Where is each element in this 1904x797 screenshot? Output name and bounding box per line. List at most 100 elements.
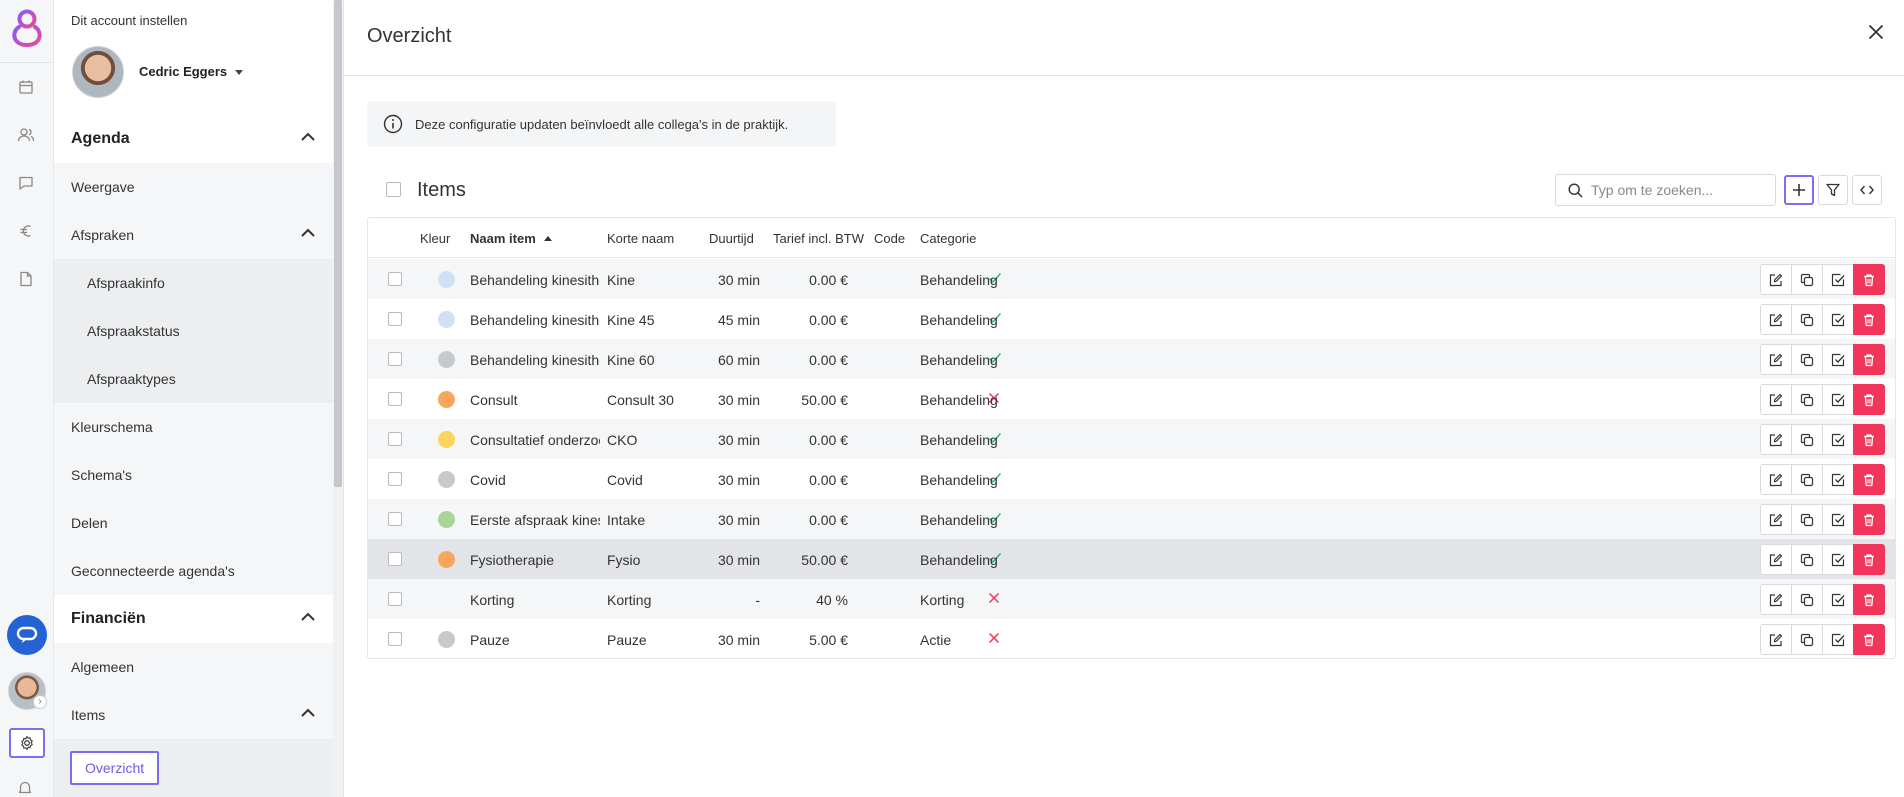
toggle-active-button[interactable] [1822, 424, 1854, 455]
nav-item-delen[interactable]: Delen [54, 499, 333, 547]
embed-code-button[interactable] [1852, 175, 1882, 205]
edit-button[interactable] [1760, 264, 1792, 295]
row-checkbox[interactable] [388, 392, 402, 406]
add-item-button[interactable] [1784, 175, 1814, 205]
edit-button[interactable] [1760, 384, 1792, 415]
delete-button[interactable] [1853, 304, 1885, 335]
duplicate-button[interactable] [1791, 264, 1823, 295]
document-icon[interactable] [15, 268, 37, 290]
edit-button[interactable] [1760, 424, 1792, 455]
delete-button[interactable] [1853, 544, 1885, 575]
delete-button[interactable] [1853, 344, 1885, 375]
filter-button[interactable] [1818, 175, 1848, 205]
nav-item-algemeen[interactable]: Algemeen [54, 643, 333, 691]
delete-button[interactable] [1853, 504, 1885, 535]
search-box[interactable] [1555, 174, 1776, 206]
toggle-active-button[interactable] [1822, 344, 1854, 375]
toggle-active-button[interactable] [1822, 384, 1854, 415]
duplicate-button[interactable] [1791, 304, 1823, 335]
delete-button[interactable] [1853, 264, 1885, 295]
duplicate-button[interactable] [1791, 504, 1823, 535]
support-chat-button[interactable] [7, 615, 47, 655]
toggle-active-button[interactable] [1822, 304, 1854, 335]
bell-icon[interactable] [17, 780, 33, 796]
edit-button[interactable] [1760, 544, 1792, 575]
row-checkbox[interactable] [388, 512, 402, 526]
caret-down-icon[interactable] [235, 70, 243, 75]
euro-icon[interactable] [15, 220, 37, 242]
toggle-active-button[interactable] [1822, 264, 1854, 295]
duplicate-button[interactable] [1791, 384, 1823, 415]
row-checkbox[interactable] [388, 472, 402, 486]
duplicate-button[interactable] [1791, 344, 1823, 375]
page-title: Overzicht [367, 25, 452, 47]
close-button[interactable] [1868, 24, 1884, 40]
delete-button[interactable] [1853, 584, 1885, 615]
settings-gear-button[interactable] [9, 728, 45, 758]
edit-button[interactable] [1760, 344, 1792, 375]
nav-item-schemas[interactable]: Schema's [54, 451, 333, 499]
sidebar-scrollbar-thumb[interactable] [334, 0, 342, 487]
nav-section-agenda[interactable]: Agenda [54, 115, 333, 163]
app-logo-icon[interactable] [9, 6, 45, 50]
edit-button[interactable] [1760, 464, 1792, 495]
table-row[interactable]: Korting Korting - 40 % Korting [368, 579, 1895, 619]
nav-item-weergave[interactable]: Weergave [54, 163, 333, 211]
table-row[interactable]: Fysiotherapie Fysio 30 min 50.00 € Behandeli… [368, 539, 1895, 579]
user-name[interactable]: Cedric Eggers [139, 64, 227, 79]
edit-button[interactable] [1760, 304, 1792, 335]
nav-item-geconnecteerde-agendas[interactable]: Geconnecteerde agenda's [54, 547, 333, 595]
duplicate-button[interactable] [1791, 424, 1823, 455]
table-row[interactable]: Consultatief onderzoek CKO 30 min 0.00 € Beh… [368, 419, 1895, 459]
search-icon [1568, 182, 1583, 198]
edit-button[interactable] [1760, 504, 1792, 535]
checkbox-check-icon [1831, 553, 1845, 567]
toggle-active-button[interactable] [1822, 504, 1854, 535]
row-checkbox[interactable] [388, 312, 402, 326]
row-checkbox[interactable] [388, 432, 402, 446]
toggle-active-button[interactable] [1822, 584, 1854, 615]
item-price: 50.00 € [801, 552, 848, 568]
row-checkbox[interactable] [388, 352, 402, 366]
item-duration: 30 min [717, 272, 760, 288]
table-row[interactable]: Covid Covid 30 min 0.00 € Behandeling [368, 459, 1895, 499]
edit-button[interactable] [1760, 584, 1792, 615]
chat-icon[interactable] [15, 172, 37, 194]
table-row[interactable]: Eerste afspraak kinesi... Intake 30 min 0.0… [368, 499, 1895, 539]
nav-item-afspraken[interactable]: Afspraken [54, 211, 333, 259]
nav-item-afspraaktypes[interactable]: Afspraaktypes [54, 355, 333, 403]
table-row[interactable]: Behandeling kinesithe... Kine 30 min 0.00 €… [368, 259, 1895, 299]
row-checkbox[interactable] [388, 272, 402, 286]
nav-item-afspraakinfo[interactable]: Afspraakinfo [54, 259, 333, 307]
delete-button[interactable] [1853, 384, 1885, 415]
delete-button[interactable] [1853, 424, 1885, 455]
duplicate-button[interactable] [1791, 544, 1823, 575]
table-row[interactable]: Behandeling kinesithe... Kine 45 45 min 0.0… [368, 299, 1895, 339]
table-row[interactable]: Behandeling kinesithe... Kine 60 60 min 0.0… [368, 339, 1895, 379]
row-checkbox[interactable] [388, 552, 402, 566]
nav-section-financien[interactable]: Financiën [54, 595, 333, 643]
users-icon[interactable] [15, 124, 37, 146]
col-name[interactable]: Naam item [470, 231, 552, 246]
row-checkbox[interactable] [388, 632, 402, 646]
duplicate-button[interactable] [1791, 584, 1823, 615]
delete-button[interactable] [1853, 464, 1885, 495]
toggle-active-button[interactable] [1822, 464, 1854, 495]
nav-item-afspraakstatus[interactable]: Afspraakstatus [54, 307, 333, 355]
nav-item-overzicht[interactable]: Overzicht [54, 739, 333, 797]
chevron-right-icon[interactable]: › [33, 695, 47, 709]
duplicate-button[interactable] [1791, 624, 1823, 655]
table-row[interactable]: Consult Consult 30 30 min 50.00 € Behandelin… [368, 379, 1895, 419]
delete-button[interactable] [1853, 624, 1885, 655]
row-checkbox[interactable] [388, 592, 402, 606]
table-row[interactable]: Pauze Pauze 30 min 5.00 € Actie [368, 619, 1895, 658]
search-input[interactable] [1591, 182, 1771, 198]
nav-item-kleurschema[interactable]: Kleurschema [54, 403, 333, 451]
toggle-active-button[interactable] [1822, 624, 1854, 655]
select-all-checkbox[interactable] [386, 182, 401, 197]
toggle-active-button[interactable] [1822, 544, 1854, 575]
duplicate-button[interactable] [1791, 464, 1823, 495]
nav-item-items[interactable]: Items [54, 691, 333, 739]
edit-button[interactable] [1760, 624, 1792, 655]
calendar-icon[interactable] [15, 76, 37, 98]
